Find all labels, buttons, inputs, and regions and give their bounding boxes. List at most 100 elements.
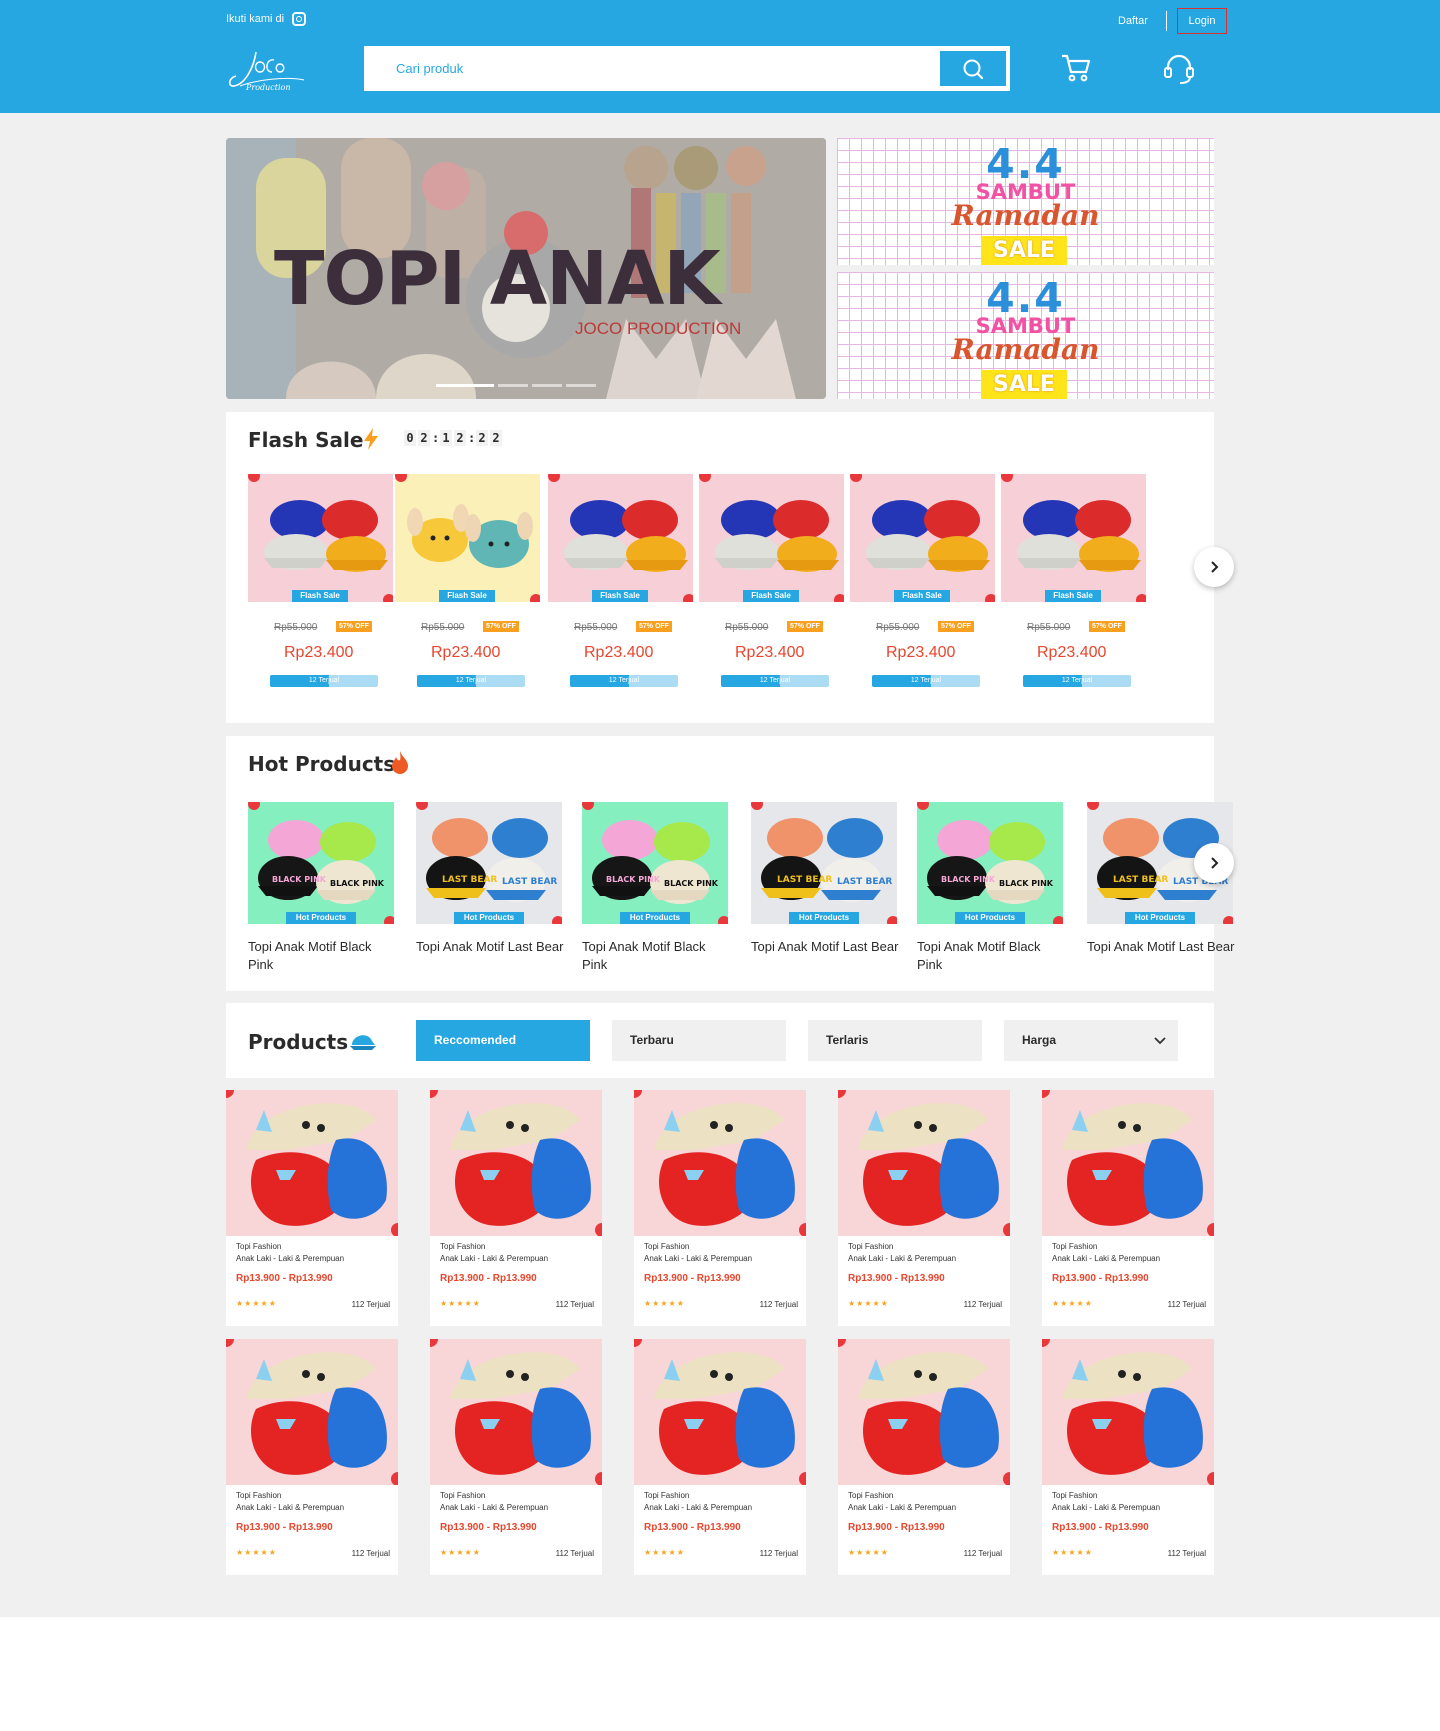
product-image[interactable] xyxy=(430,1339,602,1485)
hero-banner[interactable]: TOPI ANAK JOCO PRODUCTION xyxy=(226,138,826,399)
product-card[interactable]: Topi Fashion Anak Laki - Laki & Perempuan… xyxy=(634,1339,806,1575)
flash-sale-card[interactable]: Flash Sale Rp55.000 57% OFF Rp23.400 12 Terj… xyxy=(1001,474,1146,687)
product-image[interactable] xyxy=(226,1090,398,1236)
chevron-right-icon xyxy=(1211,857,1219,869)
search-button[interactable] xyxy=(940,51,1006,86)
product-card[interactable]: Topi Fashion Anak Laki - Laki & Perempuan… xyxy=(838,1090,1010,1326)
flash-sale-card[interactable]: Flash Sale Rp55.000 57% OFF Rp23.400 12 Terj… xyxy=(548,474,693,687)
product-price: Rp13.900 - Rp13.990 xyxy=(1052,1273,1149,1284)
product-image[interactable]: BLACK PINK BLACK PINK Hot Products xyxy=(917,802,1063,924)
product-name[interactable]: Anak Laki - Laki & Perempuan xyxy=(1052,1254,1160,1263)
product-image[interactable] xyxy=(838,1339,1010,1485)
product-image[interactable] xyxy=(634,1090,806,1236)
cap-photo xyxy=(850,474,995,602)
flash-sale-card[interactable]: Flash Sale Rp55.000 57% OFF Rp23.400 12 Terj… xyxy=(699,474,844,687)
customer-service-icon[interactable] xyxy=(1162,52,1196,86)
hot-product-card[interactable]: BLACK PINK BLACK PINK Hot Products Topi An… xyxy=(582,802,730,972)
cart-icon[interactable] xyxy=(1060,52,1092,84)
hot-products-next-button[interactable] xyxy=(1194,843,1234,883)
flash-sale-card[interactable]: Flash Sale Rp55.000 57% OFF Rp23.400 12 Terj… xyxy=(395,474,540,687)
product-card[interactable]: Topi Fashion Anak Laki - Laki & Perempuan… xyxy=(226,1090,398,1326)
carousel-dot[interactable] xyxy=(498,384,528,387)
product-name[interactable]: Anak Laki - Laki & Perempuan xyxy=(644,1503,752,1512)
product-name[interactable]: Topi Anak Motif Black Pink xyxy=(248,938,398,974)
sale-price: Rp23.400 xyxy=(1037,644,1107,661)
product-image[interactable] xyxy=(1042,1339,1214,1485)
sold-count: 112 Terjual xyxy=(963,1300,1002,1309)
product-image[interactable]: Flash Sale xyxy=(548,474,693,602)
timer-digit: 2 xyxy=(418,430,430,446)
product-image[interactable]: BLACK PINK BLACK PINK Hot Products xyxy=(248,802,394,924)
sort-tab-terbaru[interactable]: Terbaru xyxy=(612,1020,786,1061)
product-name[interactable]: Anak Laki - Laki & Perempuan xyxy=(848,1503,956,1512)
hot-product-card[interactable]: LAST BEAR LAST BEAR Hot Products Topi Anak… xyxy=(751,802,899,954)
register-link[interactable]: Daftar xyxy=(1118,11,1166,31)
product-image[interactable]: LAST BEAR LAST BEAR Hot Products xyxy=(416,802,562,924)
product-card[interactable]: Topi Fashion Anak Laki - Laki & Perempuan… xyxy=(430,1090,602,1326)
product-image[interactable] xyxy=(634,1339,806,1485)
discount-badge: 57% OFF xyxy=(787,621,823,632)
product-card[interactable]: Topi Fashion Anak Laki - Laki & Perempuan… xyxy=(430,1339,602,1575)
hot-product-card[interactable]: BLACK PINK BLACK PINK Hot Products Topi An… xyxy=(917,802,1065,972)
sort-tab-harga[interactable]: Harga xyxy=(1004,1020,1178,1061)
social-follow: Ikuti kami di xyxy=(226,12,307,26)
product-name[interactable]: Topi Anak Motif Black Pink xyxy=(917,938,1067,974)
joco-logo[interactable]: Production xyxy=(226,46,306,94)
flash-sale-card[interactable]: Flash Sale Rp55.000 57% OFF Rp23.400 12 Terj… xyxy=(850,474,995,687)
sold-count: 12 Terjual xyxy=(308,677,340,684)
product-card[interactable]: Topi Fashion Anak Laki - Laki & Perempuan… xyxy=(838,1339,1010,1575)
instagram-icon[interactable] xyxy=(292,12,307,26)
product-image[interactable] xyxy=(226,1339,398,1485)
flash-sale-next-button[interactable] xyxy=(1194,547,1234,587)
product-category: Topi Fashion xyxy=(848,1491,894,1500)
follow-text: Ikuti kami di xyxy=(226,13,285,25)
promo-banner-top[interactable]: 4.4 SAMBUT Ramadan SALE xyxy=(837,138,1214,265)
sort-tab-reccomended[interactable]: Reccomended xyxy=(416,1020,590,1061)
tab-label: Harga xyxy=(1022,1033,1057,1047)
product-card[interactable]: Topi Fashion Anak Laki - Laki & Perempuan… xyxy=(1042,1090,1214,1326)
product-card[interactable]: Topi Fashion Anak Laki - Laki & Perempuan… xyxy=(1042,1339,1214,1575)
hot-product-card[interactable]: BLACK PINK BLACK PINK Hot Products Topi An… xyxy=(248,802,396,972)
carousel-dot[interactable] xyxy=(566,384,596,387)
discount-badge: 57% OFF xyxy=(938,621,974,632)
product-image[interactable]: Flash Sale xyxy=(699,474,844,602)
product-image[interactable] xyxy=(430,1090,602,1236)
product-name[interactable]: Anak Laki - Laki & Perempuan xyxy=(236,1254,344,1263)
hot-product-card[interactable]: LAST BEAR LAST BEAR Hot Products Topi Anak… xyxy=(416,802,564,954)
product-image[interactable]: Flash Sale xyxy=(1001,474,1146,602)
product-name[interactable]: Anak Laki - Laki & Perempuan xyxy=(644,1254,752,1263)
product-name[interactable]: Topi Anak Motif Last Bear xyxy=(416,938,566,956)
original-price: Rp55.000 xyxy=(274,622,318,633)
product-name[interactable]: Topi Anak Motif Black Pink xyxy=(582,938,732,974)
carousel-dot[interactable] xyxy=(436,384,494,387)
product-card[interactable]: Topi Fashion Anak Laki - Laki & Perempuan… xyxy=(226,1339,398,1575)
product-image[interactable] xyxy=(838,1090,1010,1236)
product-name[interactable]: Anak Laki - Laki & Perempuan xyxy=(1052,1503,1160,1512)
search-input[interactable] xyxy=(366,48,936,89)
product-image[interactable] xyxy=(1042,1090,1214,1236)
product-image[interactable]: LAST BEAR LAST BEAR Hot Products xyxy=(751,802,897,924)
svg-text:LAST BEAR: LAST BEAR xyxy=(777,875,832,885)
product-name[interactable]: Anak Laki - Laki & Perempuan xyxy=(848,1254,956,1263)
sold-count: 12 Terjual xyxy=(1061,677,1093,684)
cap-photo xyxy=(1001,474,1146,602)
product-image[interactable]: BLACK PINK BLACK PINK Hot Products xyxy=(582,802,728,924)
product-name[interactable]: Anak Laki - Laki & Perempuan xyxy=(440,1254,548,1263)
original-price: Rp55.000 xyxy=(421,622,465,633)
product-image[interactable]: Flash Sale xyxy=(850,474,995,602)
product-name[interactable]: Topi Anak Motif Last Bear xyxy=(1087,938,1237,956)
product-category: Topi Fashion xyxy=(848,1242,894,1251)
product-image[interactable]: Flash Sale xyxy=(395,474,540,602)
product-name[interactable]: Anak Laki - Laki & Perempuan xyxy=(440,1503,548,1512)
product-card[interactable]: Topi Fashion Anak Laki - Laki & Perempuan… xyxy=(634,1090,806,1326)
product-name[interactable]: Anak Laki - Laki & Perempuan xyxy=(236,1503,344,1512)
sold-progress-bar: 12 Terjual xyxy=(1023,675,1131,687)
sort-tab-terlaris[interactable]: Terlaris xyxy=(808,1020,982,1061)
promo-banner-bottom[interactable]: 4.4 SAMBUT Ramadan SALE xyxy=(837,272,1214,399)
product-name[interactable]: Topi Anak Motif Last Bear xyxy=(751,938,901,956)
product-image[interactable]: Flash Sale xyxy=(248,474,393,602)
hero-title: TOPI ANAK xyxy=(274,236,721,322)
carousel-dot[interactable] xyxy=(532,384,562,387)
flash-sale-card[interactable]: Flash Sale Rp55.000 57% OFF Rp23.400 12 Terj… xyxy=(248,474,393,687)
login-link[interactable]: Login xyxy=(1177,8,1227,34)
